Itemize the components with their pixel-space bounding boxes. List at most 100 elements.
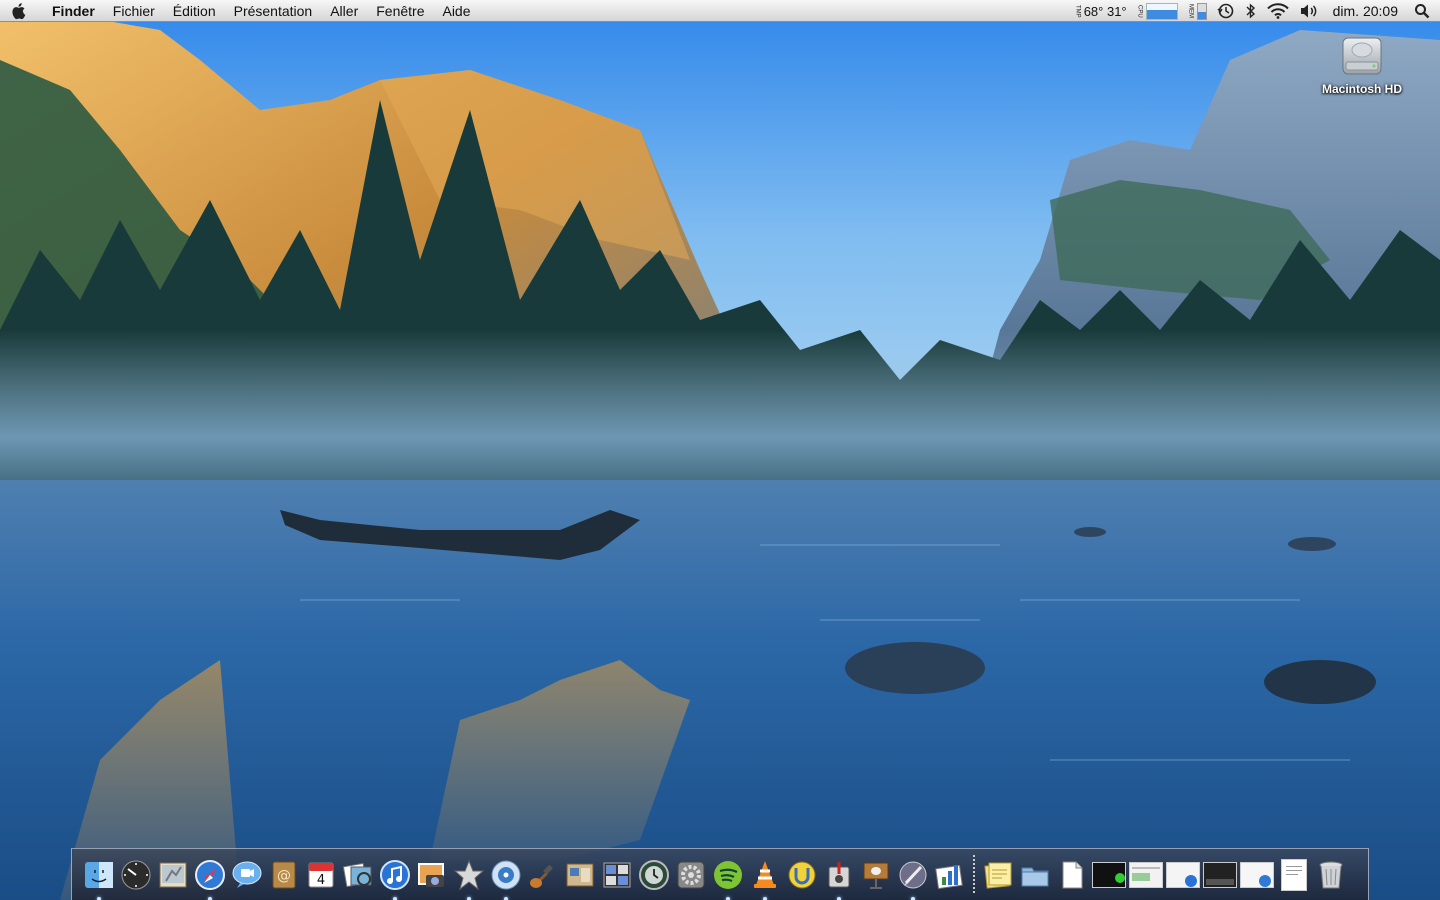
dock-utorrent[interactable] bbox=[785, 858, 819, 892]
running-indicator bbox=[467, 896, 471, 900]
idvd-icon bbox=[491, 860, 521, 889]
dock-ical[interactable]: 4 bbox=[304, 858, 338, 892]
dock-dashboard[interactable] bbox=[119, 858, 153, 892]
dock-window-3[interactable] bbox=[1203, 858, 1237, 892]
tmp-label: TMP bbox=[1074, 4, 1081, 18]
temperature-readout: 68° 31° bbox=[1083, 3, 1127, 19]
bluetooth-icon[interactable] bbox=[1245, 0, 1257, 22]
dock-window-4[interactable] bbox=[1240, 858, 1274, 892]
dock-folder-stack[interactable] bbox=[1018, 858, 1052, 892]
safari-icon bbox=[195, 859, 225, 890]
volume-icon[interactable] bbox=[1299, 0, 1319, 22]
menu-fenetre[interactable]: Fenêtre bbox=[367, 0, 433, 22]
dock-idvd[interactable] bbox=[489, 858, 523, 900]
dock-spaces[interactable] bbox=[600, 858, 634, 892]
window-thumb-1 bbox=[1129, 861, 1163, 888]
cpu-menu-extra[interactable]: CPU bbox=[1137, 0, 1178, 22]
dock-finder[interactable] bbox=[82, 858, 116, 900]
spotlight-search-icon[interactable] bbox=[1414, 0, 1430, 22]
utorrent-icon bbox=[788, 861, 816, 888]
dock-window-2[interactable] bbox=[1166, 858, 1200, 892]
dock-vlc[interactable] bbox=[748, 858, 782, 900]
trash-icon bbox=[1319, 861, 1343, 888]
dock-preview[interactable] bbox=[341, 858, 375, 892]
mem-label: MEM bbox=[1187, 4, 1194, 18]
wifi-icon[interactable] bbox=[1266, 0, 1289, 22]
dock-time-machine[interactable] bbox=[637, 858, 671, 892]
dock-notes-stack[interactable] bbox=[981, 858, 1015, 892]
address-book-icon: @ bbox=[272, 861, 296, 888]
menu-presentation[interactable]: Présentation bbox=[225, 0, 322, 22]
dock-address-book[interactable]: @ bbox=[267, 858, 301, 892]
apple-menu-icon[interactable] bbox=[0, 0, 38, 22]
running-indicator bbox=[208, 896, 212, 900]
ical-icon: 4 bbox=[308, 862, 334, 888]
running-indicator bbox=[763, 896, 767, 900]
memory-menu-extra[interactable]: MEM bbox=[1188, 0, 1207, 22]
wallpaper bbox=[0, 0, 1440, 900]
dock-numbers[interactable] bbox=[933, 858, 967, 892]
running-indicator bbox=[504, 896, 508, 900]
folder-stack-icon bbox=[1021, 867, 1049, 886]
document-stack-icon bbox=[1062, 861, 1083, 888]
terminal-window-thumb bbox=[1092, 861, 1126, 888]
menubar-clock[interactable]: dim. 20:09 bbox=[1333, 3, 1398, 19]
time-machine-menu-icon[interactable] bbox=[1217, 0, 1235, 22]
temperature-menu-extra[interactable]: TMP 68° 31° bbox=[1075, 0, 1127, 22]
window-app-badge-icon bbox=[1185, 874, 1197, 887]
notes-stack-icon bbox=[984, 862, 1012, 889]
spaces-icon bbox=[603, 862, 631, 887]
running-indicator bbox=[393, 896, 397, 900]
dock-safari[interactable] bbox=[193, 858, 227, 900]
finder-icon bbox=[85, 861, 113, 888]
dock-document-window[interactable] bbox=[1277, 858, 1311, 892]
dashboard-icon bbox=[121, 860, 151, 889]
ical-day: 4 bbox=[317, 873, 325, 888]
window-thumb-line bbox=[1286, 873, 1298, 875]
cpu-graph-fill bbox=[1146, 9, 1177, 19]
garageband-icon bbox=[530, 864, 553, 888]
cpu-label: CPU bbox=[1136, 4, 1143, 18]
running-indicator bbox=[726, 896, 730, 900]
script-editor-icon bbox=[899, 861, 927, 888]
svg-text:@: @ bbox=[277, 868, 291, 884]
window-thumb-line bbox=[1132, 866, 1160, 869]
window-thumb-3 bbox=[1203, 861, 1237, 888]
menu-edition[interactable]: Édition bbox=[164, 0, 225, 22]
menu-app-finder[interactable]: Finder bbox=[38, 0, 104, 22]
window-app-badge-icon bbox=[1259, 874, 1271, 887]
desktop-icon-macintosh-hd[interactable]: Macintosh HD bbox=[1310, 32, 1414, 96]
dock-garageband[interactable] bbox=[526, 858, 560, 892]
memory-bar-fill bbox=[1197, 11, 1206, 19]
window-thumb-4 bbox=[1240, 861, 1274, 888]
menu-fichier[interactable]: Fichier bbox=[104, 0, 164, 22]
system-preferences-icon bbox=[677, 861, 705, 888]
window-thumb-line bbox=[1286, 865, 1302, 867]
dock-mail[interactable] bbox=[156, 858, 190, 892]
dock-instruments[interactable] bbox=[822, 858, 856, 900]
dock-terminal-window[interactable] bbox=[1092, 858, 1126, 892]
dock-iweb[interactable] bbox=[563, 858, 597, 892]
iphoto-icon bbox=[418, 862, 444, 887]
menu-aide[interactable]: Aide bbox=[433, 0, 479, 22]
running-indicator bbox=[97, 896, 101, 900]
instruments-icon bbox=[828, 861, 850, 887]
dock-separator bbox=[973, 854, 975, 895]
dock-ichat[interactable] bbox=[230, 858, 264, 892]
dock-imovie[interactable] bbox=[452, 858, 486, 900]
dock-system-preferences[interactable] bbox=[674, 858, 708, 892]
dock-trash[interactable] bbox=[1314, 858, 1348, 892]
dock-spotify[interactable] bbox=[711, 858, 745, 900]
dock-keynote[interactable] bbox=[859, 858, 893, 892]
mail-icon bbox=[159, 862, 187, 887]
dock-document-stack[interactable] bbox=[1055, 858, 1089, 892]
dock-itunes[interactable] bbox=[378, 858, 412, 900]
menu-aller[interactable]: Aller bbox=[321, 0, 367, 22]
iweb-icon bbox=[566, 863, 594, 886]
dock-script-editor[interactable] bbox=[896, 858, 930, 900]
dock-iphoto[interactable] bbox=[415, 858, 449, 892]
running-indicator bbox=[911, 896, 915, 900]
dock-window-1[interactable] bbox=[1129, 858, 1163, 892]
window-thumb-block bbox=[1132, 872, 1150, 881]
imovie-icon bbox=[453, 859, 485, 890]
